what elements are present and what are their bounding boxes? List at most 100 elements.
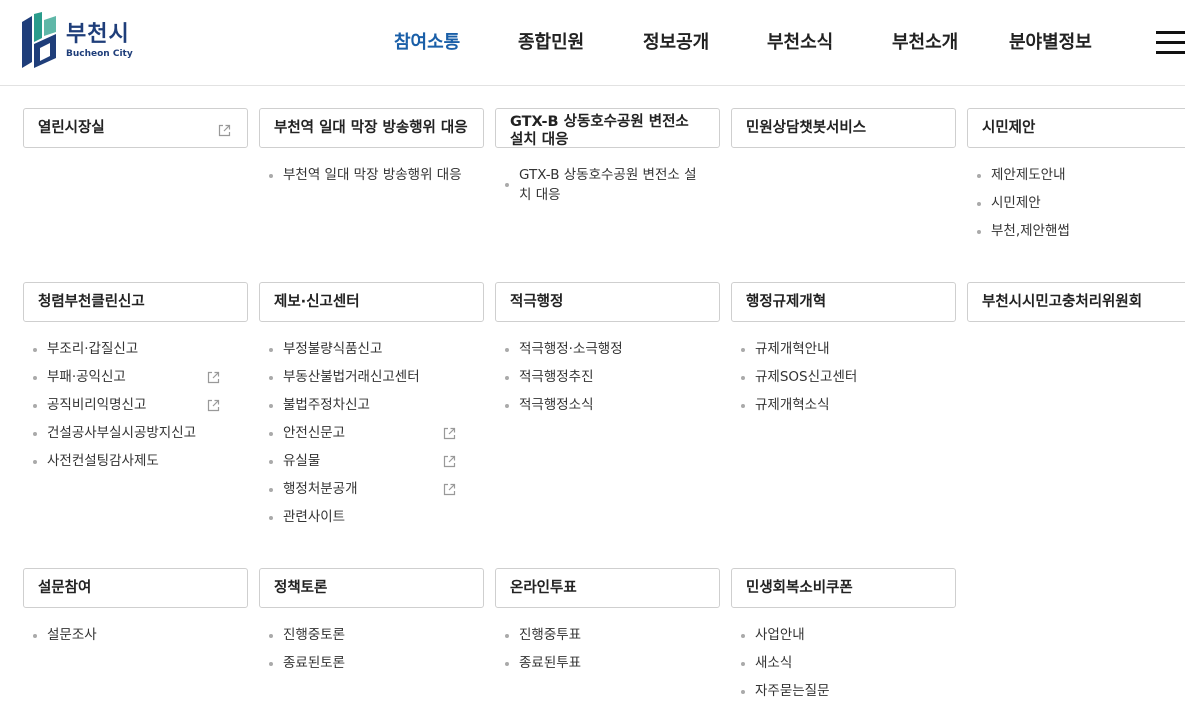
submenu-item[interactable]: 진행중투표	[495, 625, 720, 645]
submenu-item[interactable]: 새소식	[731, 653, 956, 673]
submenu-item-label: 적극행정·소극행정	[519, 341, 623, 357]
submenu-item-label: 부동산불법거래신고센터	[283, 369, 420, 385]
menu-group-4: 민원상담챗봇서비스	[731, 108, 956, 148]
menu-group-6: 청렴부천클린신고부조리·갑질신고부패·공익신고공직비리익명신고건설공사부실시공방…	[23, 282, 248, 479]
submenu-item-label: 규제개혁소식	[755, 397, 830, 413]
submenu-item-label: 새소식	[755, 655, 793, 671]
menu-group-2: 부천역 일대 막장 방송행위 대응 부천역 일대 막장 방송행위 대응	[259, 108, 484, 193]
nav-item-civil-service[interactable]: 종합민원	[518, 30, 584, 56]
submenu-item[interactable]: GTX-B 상동호수공원 변전소 설치 대응	[495, 165, 720, 205]
menu-group-1: 열린시장실	[23, 108, 248, 148]
nav-item-field-info[interactable]: 분야별정보	[1009, 30, 1092, 56]
menu-title-label: 행정규제개혁	[746, 294, 827, 310]
menu-group-12: 정책토론진행중토론종료된토론	[259, 568, 484, 681]
menu-title-button[interactable]: 부천역 일대 막장 방송행위 대응	[259, 108, 484, 148]
bullet-icon	[741, 404, 745, 408]
submenu-item[interactable]: 사업안내	[731, 625, 956, 645]
menu-title-button[interactable]: 설문참여	[23, 568, 248, 608]
submenu-list: GTX-B 상동호수공원 변전소 설치 대응	[495, 165, 720, 205]
menu-title-label: 정책토론	[274, 580, 328, 596]
menu-title-label: 열린시장실	[38, 120, 105, 136]
external-link-icon	[218, 122, 231, 137]
submenu-item-label: 유실물	[283, 453, 321, 469]
submenu-item[interactable]: 적극행정·소극행정	[495, 339, 720, 359]
menu-title-button[interactable]: 행정규제개혁	[731, 282, 956, 322]
menu-title-button[interactable]: 민생회복소비쿠폰	[731, 568, 956, 608]
submenu-item-label: 시민제안	[991, 195, 1041, 211]
menu-title-button[interactable]: 시민제안	[967, 108, 1185, 148]
submenu-item-label: 제안제도안내	[991, 167, 1066, 183]
submenu-item[interactable]: 안전신문고	[259, 423, 484, 443]
bullet-icon	[741, 634, 745, 638]
submenu-item[interactable]: 공직비리익명신고	[23, 395, 248, 415]
submenu-item[interactable]: 시민제안	[967, 193, 1185, 213]
bullet-icon	[741, 376, 745, 380]
menu-title-button[interactable]: 온라인투표	[495, 568, 720, 608]
menu-group-13: 온라인투표진행중투표종료된투표	[495, 568, 720, 681]
submenu-item[interactable]: 부천역 일대 막장 방송행위 대응	[259, 165, 484, 185]
submenu-item[interactable]: 진행중토론	[259, 625, 484, 645]
menu-title-label: 청렴부천클린신고	[38, 294, 145, 310]
submenu-item-label: 적극행정소식	[519, 397, 594, 413]
bullet-icon	[269, 634, 273, 638]
bullet-icon	[977, 174, 981, 178]
menu-title-button[interactable]: 적극행정	[495, 282, 720, 322]
bullet-icon	[505, 376, 509, 380]
menu-title-label: 민원상담챗봇서비스	[746, 120, 867, 136]
menu-title-button[interactable]: 정책토론	[259, 568, 484, 608]
menu-title-label: 온라인투표	[510, 580, 577, 596]
submenu-item[interactable]: 적극행정소식	[495, 395, 720, 415]
submenu-item[interactable]: 규제SOS신고센터	[731, 367, 956, 387]
nav-item-info-disclosure[interactable]: 정보공개	[643, 30, 709, 56]
site-logo[interactable]: 부천시 Bucheon City	[22, 12, 133, 68]
menu-title-button[interactable]: 열린시장실	[23, 108, 248, 148]
nav-item-participation[interactable]: 참여소통	[394, 30, 460, 56]
submenu-item[interactable]: 자주묻는질문	[731, 681, 956, 701]
menu-title-button[interactable]: 제보·신고센터	[259, 282, 484, 322]
submenu-item[interactable]: 제안제도안내	[967, 165, 1185, 185]
submenu-item[interactable]: 종료된토론	[259, 653, 484, 673]
bullet-icon	[269, 376, 273, 380]
submenu-item[interactable]: 설문조사	[23, 625, 248, 645]
submenu-item[interactable]: 규제개혁소식	[731, 395, 956, 415]
submenu-item[interactable]: 부패·공익신고	[23, 367, 248, 387]
bullet-icon	[33, 348, 37, 352]
menu-title-button[interactable]: 민원상담챗봇서비스	[731, 108, 956, 148]
hamburger-menu-icon[interactable]	[1156, 31, 1185, 55]
bullet-icon	[741, 662, 745, 666]
submenu-item-label: GTX-B 상동호수공원 변전소 설치 대응	[519, 167, 697, 203]
submenu-item[interactable]: 건설공사부실시공방지신고	[23, 423, 248, 443]
bullet-icon	[269, 516, 273, 520]
menu-title-button[interactable]: 부천시시민고충처리위원회	[967, 282, 1185, 322]
submenu-item-label: 적극행정추진	[519, 369, 594, 385]
nav-item-news[interactable]: 부천소식	[767, 30, 833, 56]
submenu-list: 사업안내새소식자주묻는질문	[731, 625, 956, 701]
submenu-item[interactable]: 사전컨설팅감사제도	[23, 451, 248, 471]
nav-item-about[interactable]: 부천소개	[892, 30, 958, 56]
bullet-icon	[33, 376, 37, 380]
submenu-item[interactable]: 부조리·갑질신고	[23, 339, 248, 359]
submenu-item-label: 부조리·갑질신고	[47, 341, 139, 357]
menu-title-button[interactable]: GTX-B 상동호수공원 변전소 설치 대응	[495, 108, 720, 148]
external-link-icon	[443, 454, 456, 468]
submenu-list: 제안제도안내시민제안부천,제안핸썹	[967, 165, 1185, 241]
bullet-icon	[269, 348, 273, 352]
submenu-item[interactable]: 유실물	[259, 451, 484, 471]
submenu-item[interactable]: 부천,제안핸썹	[967, 221, 1185, 241]
menu-title-button[interactable]: 청렴부천클린신고	[23, 282, 248, 322]
submenu-item[interactable]: 관련사이트	[259, 507, 484, 527]
submenu-item[interactable]: 행정처분공개	[259, 479, 484, 499]
submenu-item-label: 종료된토론	[283, 655, 346, 671]
bullet-icon	[269, 174, 273, 178]
submenu-item[interactable]: 종료된투표	[495, 653, 720, 673]
external-link-icon	[443, 426, 456, 440]
external-link-icon	[207, 370, 220, 384]
submenu-item[interactable]: 부동산불법거래신고센터	[259, 367, 484, 387]
submenu-item[interactable]: 부정불량식품신고	[259, 339, 484, 359]
submenu-item[interactable]: 불법주정차신고	[259, 395, 484, 415]
bullet-icon	[505, 348, 509, 352]
submenu-item[interactable]: 규제개혁안내	[731, 339, 956, 359]
submenu-item[interactable]: 적극행정추진	[495, 367, 720, 387]
submenu-list: 적극행정·소극행정적극행정추진적극행정소식	[495, 339, 720, 415]
submenu-item-label: 진행중토론	[283, 627, 346, 643]
